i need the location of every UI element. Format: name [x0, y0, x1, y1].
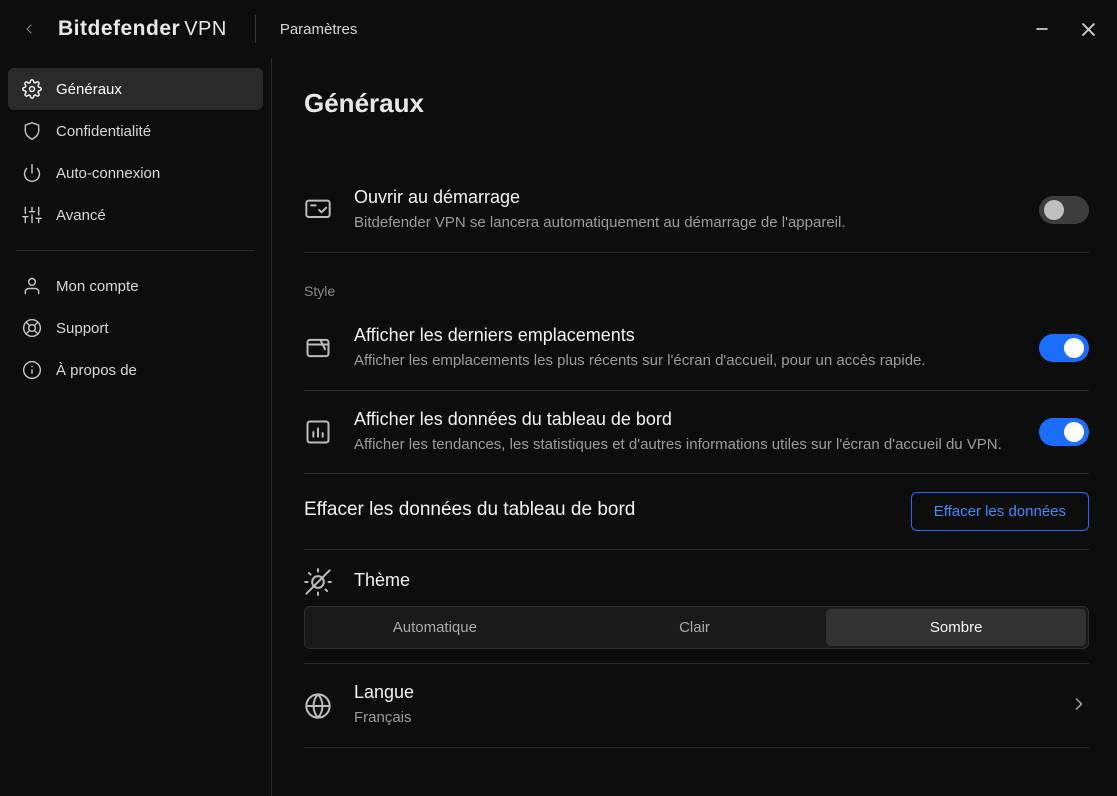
theme-segmented-control: Automatique Clair Sombre — [304, 606, 1089, 649]
brand-sub: VPN — [184, 18, 227, 41]
sidebar-separator — [16, 250, 255, 251]
window-controls — [1025, 15, 1105, 43]
setting-title: Thème — [354, 570, 1089, 591]
setting-title: Effacer les données du tableau de bord — [304, 499, 889, 521]
setting-row-erase-data: Effacer les données du tableau de bord E… — [304, 474, 1089, 550]
recent-locations-toggle[interactable] — [1039, 334, 1089, 362]
divider — [255, 15, 256, 43]
gear-icon — [22, 79, 42, 99]
sidebar-item-about[interactable]: À propos de — [8, 349, 263, 391]
sliders-icon — [22, 205, 42, 225]
info-icon — [22, 360, 42, 380]
sidebar-item-label: Support — [56, 320, 109, 337]
startup-icon — [304, 196, 332, 224]
section-label-style: Style — [304, 283, 1089, 299]
theme-option-light[interactable]: Clair — [565, 607, 825, 648]
theme-icon — [304, 568, 332, 596]
theme-option-dark[interactable]: Sombre — [826, 609, 1086, 646]
sidebar: Généraux Confidentialité Auto-connexion … — [0, 58, 272, 796]
sidebar-item-autoconnect[interactable]: Auto-connexion — [8, 152, 263, 194]
setting-value: Français — [354, 707, 1047, 729]
setting-desc: Bitdefender VPN se lancera automatiqueme… — [354, 212, 1017, 234]
setting-title: Afficher les derniers emplacements — [354, 325, 1017, 346]
chevron-right-icon — [1069, 694, 1089, 717]
setting-desc: Afficher les tendances, les statistiques… — [354, 434, 1017, 456]
setting-title: Afficher les données du tableau de bord — [354, 409, 1017, 430]
brand-name: Bitdefender — [58, 17, 180, 41]
sidebar-item-label: Mon compte — [56, 278, 139, 295]
lifebuoy-icon — [22, 318, 42, 338]
main-panel: Généraux Ouvrir au démarrage Bitdefender… — [272, 58, 1117, 796]
sidebar-item-label: Avancé — [56, 207, 106, 224]
setting-row-recent-locations: Afficher les derniers emplacements Affic… — [304, 307, 1089, 391]
dashboard-icon — [304, 418, 332, 446]
sidebar-item-account[interactable]: Mon compte — [8, 265, 263, 307]
dashboard-data-toggle[interactable] — [1039, 418, 1089, 446]
setting-desc: Afficher les emplacements les plus récen… — [354, 350, 1017, 372]
sidebar-item-general[interactable]: Généraux — [8, 68, 263, 110]
setting-title: Langue — [354, 682, 1047, 703]
theme-option-auto[interactable]: Automatique — [305, 607, 565, 648]
power-icon — [22, 163, 42, 183]
sidebar-item-label: À propos de — [56, 362, 137, 379]
page-title: Généraux — [304, 88, 1089, 119]
breadcrumb: Paramètres — [280, 21, 358, 38]
location-card-icon — [304, 334, 332, 362]
setting-row-dashboard-data: Afficher les données du tableau de bord … — [304, 391, 1089, 475]
close-button[interactable] — [1071, 15, 1105, 43]
setting-title: Ouvrir au démarrage — [354, 187, 1017, 208]
back-button[interactable] — [18, 18, 40, 40]
app-brand: Bitdefender VPN — [58, 17, 227, 41]
sidebar-item-label: Confidentialité — [56, 123, 151, 140]
titlebar: Bitdefender VPN Paramètres — [0, 0, 1117, 58]
setting-row-theme: Thème — [304, 550, 1089, 604]
globe-icon — [304, 692, 332, 720]
sidebar-item-privacy[interactable]: Confidentialité — [8, 110, 263, 152]
minimize-button[interactable] — [1025, 15, 1059, 43]
user-icon — [22, 276, 42, 296]
sidebar-item-label: Généraux — [56, 81, 122, 98]
sidebar-item-advanced[interactable]: Avancé — [8, 194, 263, 236]
shield-icon — [22, 121, 42, 141]
setting-row-startup: Ouvrir au démarrage Bitdefender VPN se l… — [304, 169, 1089, 253]
sidebar-item-support[interactable]: Support — [8, 307, 263, 349]
erase-data-button[interactable]: Effacer les données — [911, 492, 1089, 531]
startup-toggle[interactable] — [1039, 196, 1089, 224]
sidebar-item-label: Auto-connexion — [56, 165, 160, 182]
setting-row-language[interactable]: Langue Français — [304, 664, 1089, 748]
